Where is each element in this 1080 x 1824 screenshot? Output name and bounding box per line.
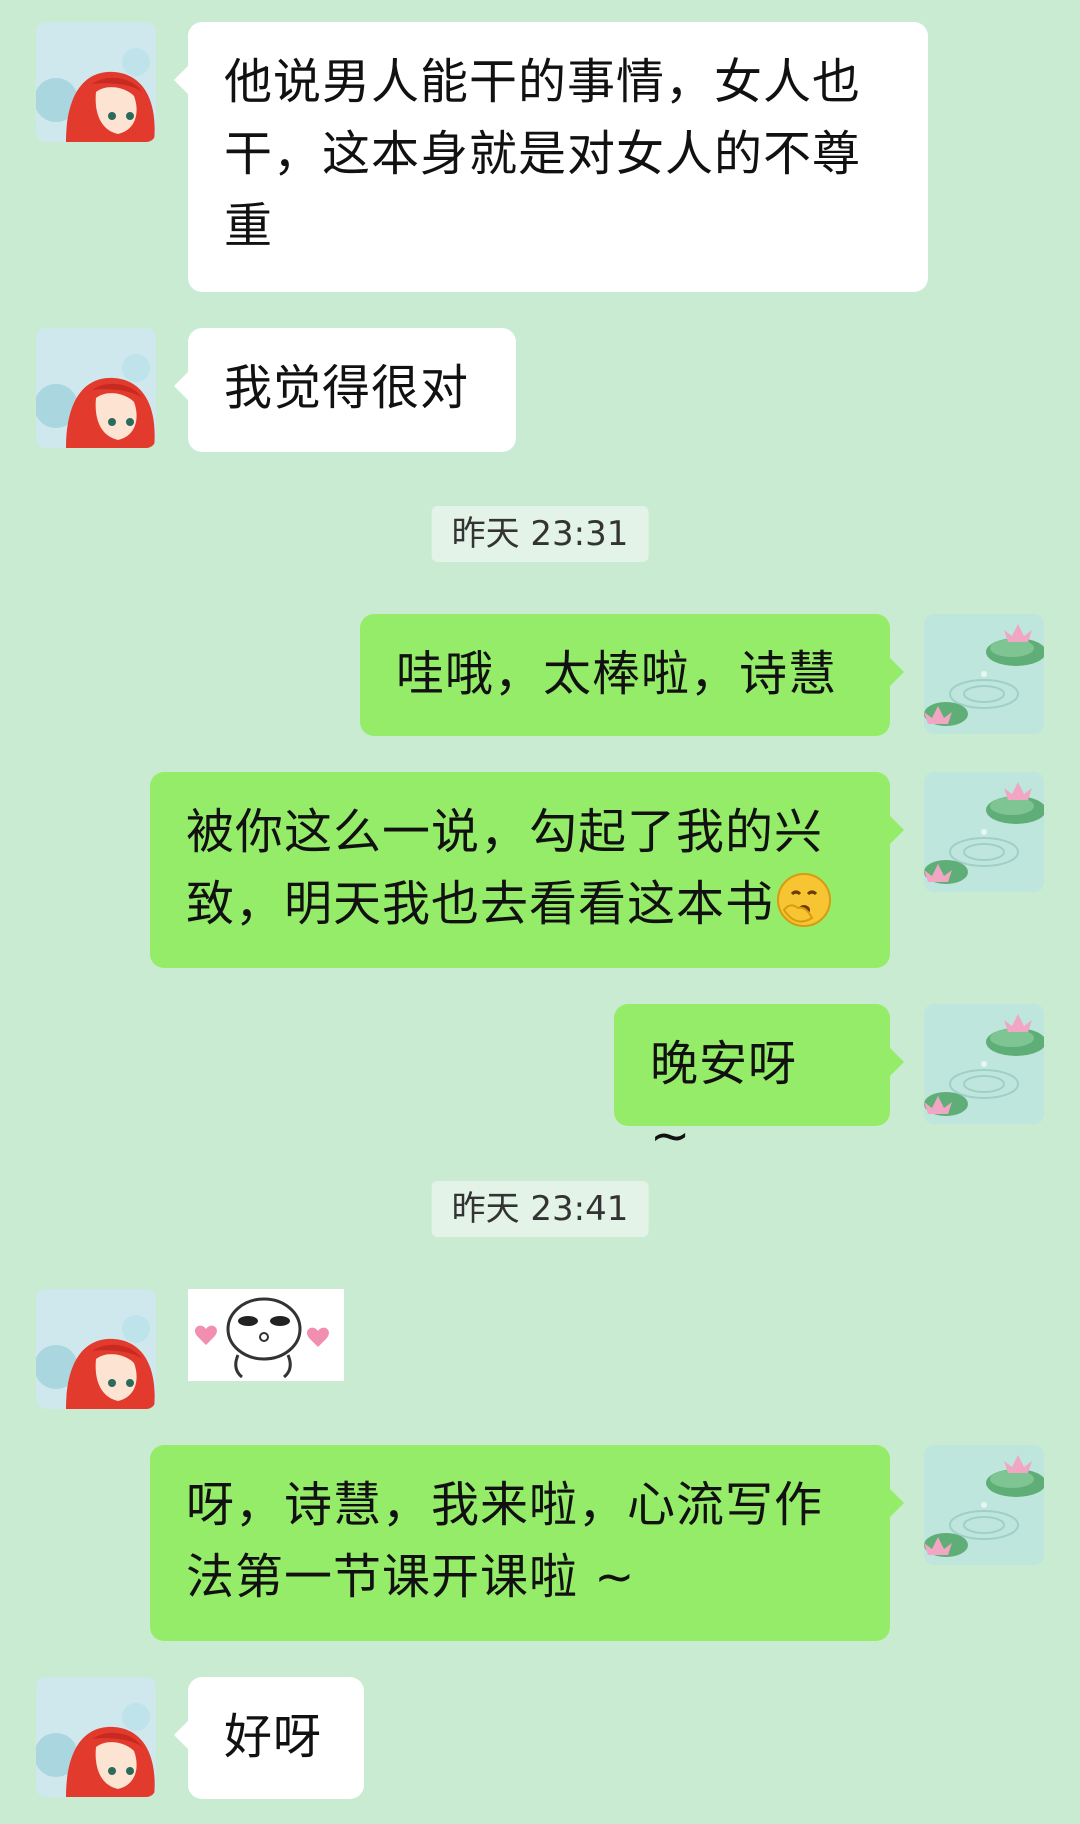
message-bubble-incoming[interactable]: 我觉得很对 — [174, 328, 516, 452]
lotus-pond-avatar-icon — [924, 614, 1044, 734]
contact-avatar[interactable] — [36, 22, 156, 142]
message-bubble-outgoing[interactable]: 哇哦，太棒啦，诗慧 — [360, 614, 904, 736]
blob-with-hearts-sticker[interactable] — [188, 1289, 344, 1381]
message-text: 好呀 — [224, 1709, 323, 1765]
lotus-pond-avatar-icon — [924, 772, 1044, 892]
message-bubble-incoming[interactable]: 他说男人能干的事情，女人也干，这本身就是对女人的不尊重 — [174, 22, 928, 292]
lotus-pond-avatar-icon — [924, 1004, 1044, 1124]
message-bubble-incoming[interactable]: 好呀 — [174, 1677, 364, 1799]
lotus-pond-avatar-icon — [924, 1445, 1044, 1565]
contact-avatar[interactable] — [36, 1289, 156, 1409]
my-avatar[interactable] — [924, 1004, 1044, 1124]
message-text: 呀，诗慧，我来啦，心流写作法第一节课开课啦 ~ — [186, 1477, 824, 1605]
yawning-face-emoji-icon — [774, 870, 834, 930]
my-avatar[interactable] — [924, 772, 1044, 892]
my-avatar[interactable] — [924, 614, 1044, 734]
red-hair-girl-avatar-icon — [36, 328, 156, 448]
message-text: 哇哦，太棒啦，诗慧 — [396, 646, 838, 702]
timestamp: 昨天 23:31 — [431, 506, 649, 562]
message-text: 他说男人能干的事情，女人也干，这本身就是对女人的不尊重 — [224, 54, 862, 254]
message-text: 被你这么一说，勾起了我的兴致，明天我也去看看这本书 — [186, 804, 824, 932]
red-hair-girl-avatar-icon — [36, 22, 156, 142]
my-avatar[interactable] — [924, 1445, 1044, 1565]
message-text: 我觉得很对 — [224, 360, 470, 416]
message-bubble-outgoing[interactable]: 晚安呀 ~ — [614, 1004, 904, 1164]
red-hair-girl-avatar-icon — [36, 1677, 156, 1797]
red-hair-girl-avatar-icon — [36, 1289, 156, 1409]
message-bubble-outgoing[interactable]: 呀，诗慧，我来啦，心流写作法第一节课开课啦 ~ — [150, 1445, 904, 1641]
message-bubble-outgoing[interactable]: 被你这么一说，勾起了我的兴致，明天我也去看看这本书 — [150, 772, 904, 968]
timestamp: 昨天 23:41 — [431, 1181, 649, 1237]
message-text: 晚安呀 ~ — [650, 1036, 798, 1164]
contact-avatar[interactable] — [36, 1677, 156, 1797]
contact-avatar[interactable] — [36, 328, 156, 448]
